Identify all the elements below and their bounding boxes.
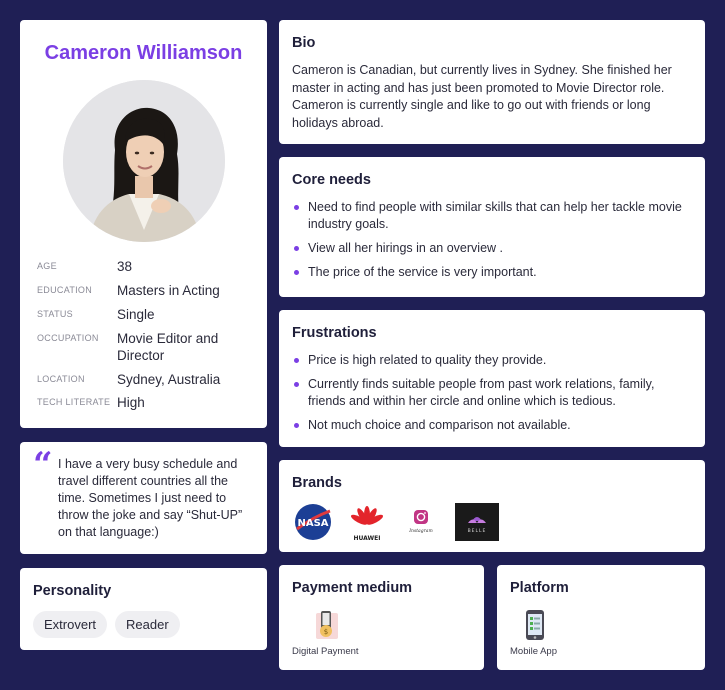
personality-title: Personality bbox=[33, 583, 112, 599]
detail-row-education: EDUCATION Masters in Acting bbox=[37, 282, 257, 299]
detail-label: TECH LITERATE bbox=[37, 397, 111, 407]
core-needs-list: Need to find people with similar skills … bbox=[292, 199, 691, 288]
detail-label: EDUCATION bbox=[37, 285, 93, 295]
list-item: Not much choice and comparison not avail… bbox=[292, 417, 691, 434]
bio-title: Bio bbox=[292, 35, 316, 51]
detail-value: Masters in Acting bbox=[117, 283, 220, 298]
payment-medium-title: Payment medium bbox=[292, 580, 413, 596]
profile-card: Cameron Williamson AGE 38 EDUCATION Mast… bbox=[20, 20, 267, 428]
detail-value: High bbox=[117, 395, 145, 410]
frustrations-list: Price is high related to quality they pr… bbox=[292, 352, 691, 441]
bio-text: Cameron is Canadian, but currently lives… bbox=[292, 63, 672, 130]
frustrations-title: Frustrations bbox=[292, 325, 377, 341]
nasa-logo: NASA bbox=[293, 502, 333, 542]
platform-title: Platform bbox=[510, 580, 569, 596]
detail-label: OCCUPATION bbox=[37, 333, 99, 343]
quote-card: “ I have a very busy schedule and travel… bbox=[20, 442, 267, 554]
detail-value: Movie Editor and Director bbox=[117, 331, 219, 363]
list-item: Price is high related to quality they pr… bbox=[292, 352, 691, 369]
detail-row-age: AGE 38 bbox=[37, 258, 257, 275]
mobile-app-icon bbox=[525, 609, 545, 646]
bio-card: Bio Cameron is Canadian, but currently l… bbox=[279, 20, 705, 144]
frustrations-card: Frustrations Price is high related to qu… bbox=[279, 310, 705, 447]
detail-value: Single bbox=[117, 307, 155, 322]
detail-row-occupation: OCCUPATION Movie Editor and Director bbox=[37, 330, 257, 364]
digital-payment-icon: $ bbox=[314, 609, 340, 646]
detail-label: LOCATION bbox=[37, 374, 85, 384]
avatar-photo bbox=[63, 80, 225, 242]
core-needs-title: Core needs bbox=[292, 172, 371, 188]
avatar bbox=[63, 80, 225, 242]
instagram-logo-text: Instagram bbox=[408, 528, 432, 534]
detail-row-tech-literate: TECH LITERATE High bbox=[37, 394, 257, 411]
list-item: The price of the service is very importa… bbox=[292, 264, 691, 281]
belle-logo: BELLE bbox=[455, 503, 499, 541]
platform-label: Mobile App bbox=[510, 646, 558, 657]
detail-row-status: STATUS Single bbox=[37, 306, 257, 323]
huawei-logo: HUAWEI bbox=[347, 502, 387, 542]
platform-card: Platform Mobile App bbox=[497, 565, 705, 670]
quote-icon: “ bbox=[33, 445, 53, 485]
persona-name: Cameron Williamson bbox=[44, 42, 243, 64]
belle-logo-text: BELLE bbox=[468, 528, 487, 534]
detail-value: Sydney, Australia bbox=[117, 372, 221, 387]
huawei-logo-text: HUAWEI bbox=[353, 535, 380, 542]
brands-title: Brands bbox=[292, 475, 342, 491]
payment-medium-label: Digital Payment bbox=[292, 646, 359, 657]
trait-chip: Extrovert bbox=[33, 611, 108, 638]
svg-text:$: $ bbox=[324, 628, 328, 636]
detail-label: STATUS bbox=[37, 309, 73, 319]
list-item: Need to find people with similar skills … bbox=[292, 199, 691, 233]
list-item: Currently finds suitable people from pas… bbox=[292, 376, 691, 410]
instagram-logo: Instagram bbox=[401, 502, 441, 542]
personality-traits: Extrovert Reader bbox=[33, 611, 180, 638]
detail-row-location: LOCATION Sydney, Australia bbox=[37, 371, 257, 388]
brand-logos: NASA HUAWEI Instagram BELLE bbox=[293, 502, 499, 542]
personality-card: Personality Extrovert Reader bbox=[20, 568, 267, 650]
core-needs-card: Core needs Need to find people with simi… bbox=[279, 157, 705, 297]
quote-text: I have a very busy schedule and travel d… bbox=[58, 457, 243, 539]
brands-card: Brands NASA HUAWEI Instagram BELLE bbox=[279, 460, 705, 552]
detail-label: AGE bbox=[37, 261, 57, 271]
payment-medium-card: Payment medium $ Digital Payment bbox=[279, 565, 484, 670]
trait-chip: Reader bbox=[115, 611, 180, 638]
detail-value: 38 bbox=[117, 259, 133, 274]
nasa-logo-text: NASA bbox=[297, 518, 328, 529]
list-item: View all her hirings in an overview . bbox=[292, 240, 691, 257]
